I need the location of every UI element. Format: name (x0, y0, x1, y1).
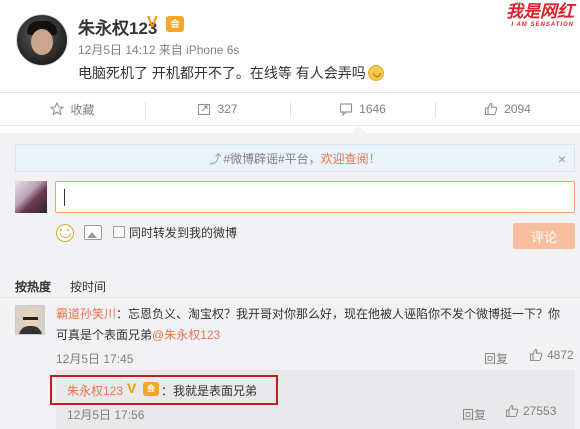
repost-icon (198, 103, 211, 116)
commenter-avatar-glasses (23, 317, 38, 320)
image-icon[interactable] (84, 225, 102, 240)
favorite-label: 收藏 (70, 102, 95, 117)
thumbs-up-icon (529, 348, 543, 362)
reply-text: ：我就是表面兄弟 (161, 384, 258, 398)
reply-like-button[interactable]: 27553 (505, 404, 556, 418)
comment-input[interactable] (55, 181, 575, 213)
reply-like-count: 27553 (523, 404, 557, 418)
comment-reply-button[interactable]: 回复 (484, 350, 508, 367)
post-action-bar: 收藏 327 1646 2094 (0, 92, 580, 126)
repost-count: 327 (217, 102, 238, 116)
comment-body: ：忘恩负义、淘宝权？我开哥对你那么好，现在他被人诬陷你不发个微博挺一下？你可真是… (56, 307, 561, 342)
notice-link[interactable]: 欢迎查阅！ (321, 150, 381, 167)
repost-checkbox[interactable] (113, 226, 125, 238)
commenter-name[interactable]: 霸道孙笑川 (56, 307, 116, 321)
sort-by-hot-tab[interactable]: 按热度 (15, 278, 51, 295)
post-header: 朱永权123 V 会 12月5日 14:12 来自 iPhone 6s 电脑死机… (0, 0, 580, 96)
comment-like-count: 4872 (547, 348, 574, 362)
close-icon[interactable]: × (558, 151, 566, 167)
post-meta: 12月5日 14:12 来自 iPhone 6s (78, 43, 240, 57)
author-avatar[interactable] (16, 14, 68, 66)
vip-badge-icon[interactable]: 会 (166, 16, 184, 32)
like-button[interactable]: 2094 (435, 93, 580, 125)
post-text: 电脑死机了 开机都开不了。在线等 有人会弄吗 (78, 63, 384, 83)
favorite-button[interactable]: 收藏 (0, 93, 145, 125)
rumor-notice-banner[interactable]: ⤴ #微博辟谣#平台， 欢迎查阅！ × (15, 144, 575, 172)
watermark-subtext: I AM SENSATION (511, 22, 574, 28)
thumbs-up-icon (485, 102, 498, 116)
repost-checkbox-label[interactable]: 同时转发到我的微博 (129, 224, 237, 241)
comment-time: 12月5日 17:45 (56, 352, 134, 366)
repost-button[interactable]: 327 (145, 93, 290, 125)
sort-divider (0, 297, 580, 298)
comment-panel-caret (352, 126, 366, 133)
reply-author-name[interactable]: 朱永权123 (67, 382, 123, 399)
comment-text: 霸道孙笑川：忘恩负义、淘宝权？我开哥对你那么好，现在他被人诬陷你不发个微博挺一下… (56, 304, 571, 346)
text-cursor (64, 189, 65, 206)
reply-reply-button[interactable]: 回复 (462, 406, 486, 423)
my-avatar (15, 181, 47, 213)
sort-by-time-tab[interactable]: 按时间 (70, 278, 106, 295)
watermark-logo: 我是网红 I AM SENSATION (482, 2, 574, 32)
crying-emoji-icon (367, 65, 384, 81)
comment-like-button[interactable]: 4872 (529, 348, 574, 362)
post-text-content: 电脑死机了 开机都开不了。在线等 有人会弄吗 (78, 65, 366, 81)
commenter-avatar-body (19, 326, 42, 334)
star-icon (50, 102, 65, 116)
notice-tag: #微博辟谣#平台， (223, 151, 321, 166)
reply-vip-badge-icon[interactable]: 会 (143, 382, 159, 396)
reply-verified-icon: V (127, 380, 137, 396)
emoji-icon[interactable] (56, 224, 74, 242)
reply-time: 12月5日 17:56 (67, 408, 145, 422)
verified-icon: V (147, 14, 158, 31)
watermark-text: 我是网红 (506, 2, 574, 21)
avatar-face (31, 29, 53, 55)
trend-icon: ⤴ (209, 151, 222, 166)
commenter-avatar[interactable] (15, 305, 45, 335)
comment-count: 1646 (359, 102, 386, 116)
submit-comment-button[interactable]: 评论 (513, 223, 575, 249)
comment-button[interactable]: 1646 (290, 93, 435, 125)
like-count: 2094 (504, 102, 531, 116)
thumbs-up-icon (505, 404, 519, 418)
comment-icon (340, 103, 353, 116)
author-username[interactable]: 朱永权123 (78, 14, 157, 39)
mention-link[interactable]: @朱永权123 (152, 328, 220, 342)
